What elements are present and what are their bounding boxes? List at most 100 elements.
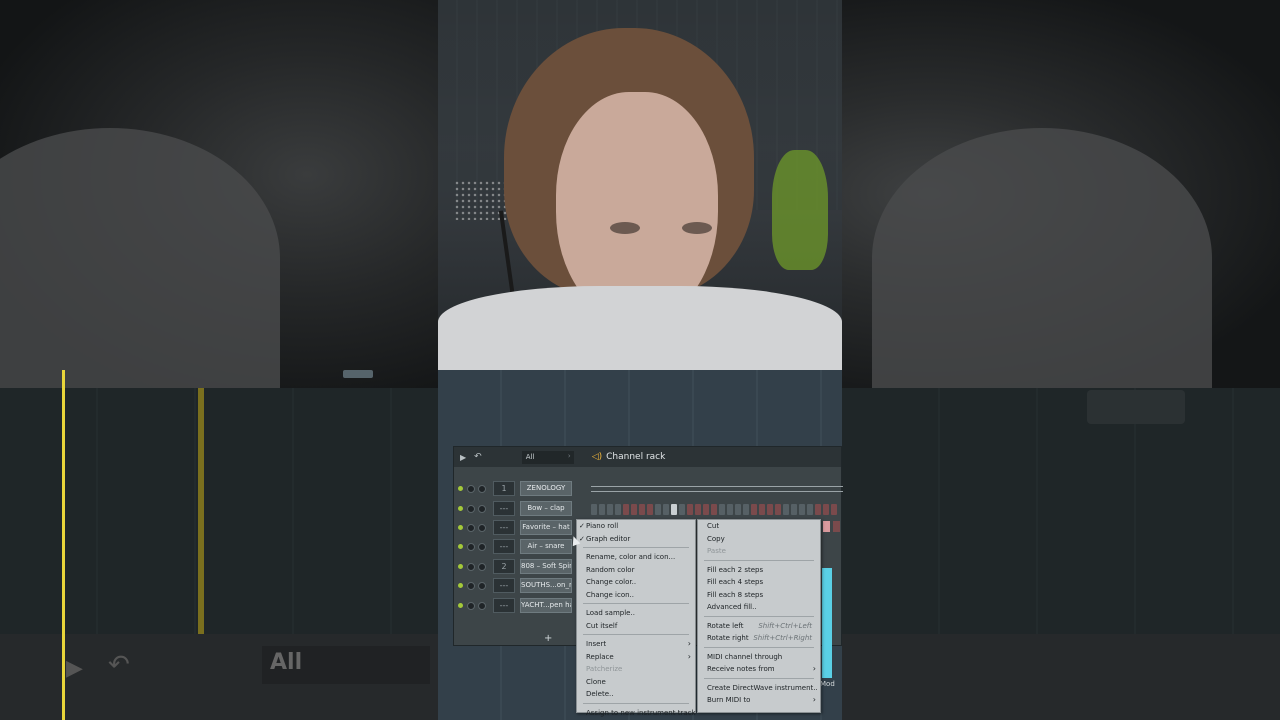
menu-item-assign-instrument-track[interactable]: Assign to new instrument track: [577, 707, 696, 720]
step-button[interactable]: [615, 504, 621, 515]
step-button[interactable]: [695, 504, 701, 515]
mixer-track-number[interactable]: 1: [493, 481, 515, 496]
menu-item-cut-itself[interactable]: Cut itself: [577, 620, 695, 633]
menu-item-load-sample[interactable]: Load sample..: [577, 607, 695, 620]
undo-icon[interactable]: ↶: [474, 452, 482, 462]
menu-item-cut[interactable]: Cut: [698, 520, 820, 533]
volume-knob[interactable]: [478, 581, 486, 590]
step-button[interactable]: [775, 504, 781, 515]
add-channel-button[interactable]: +: [544, 633, 552, 644]
channel-mute-led[interactable]: [458, 603, 463, 608]
step-button[interactable]: [783, 504, 789, 515]
volume-knob[interactable]: [478, 601, 486, 610]
pan-knob[interactable]: [467, 601, 475, 610]
volume-knob[interactable]: [478, 542, 486, 551]
menu-item-midi-channel-through[interactable]: MIDI channel through: [698, 651, 820, 664]
step-button[interactable]: [591, 504, 597, 515]
step-button[interactable]: [607, 504, 613, 515]
step-button[interactable]: [663, 504, 669, 515]
step-button[interactable]: [647, 504, 653, 515]
step-button[interactable]: [799, 504, 805, 515]
step-button[interactable]: [655, 504, 661, 515]
pan-knob[interactable]: [467, 484, 475, 493]
mixer-track-number[interactable]: ---: [493, 501, 515, 516]
step-sequencer-row[interactable]: [591, 504, 843, 516]
channel-mute-led[interactable]: [458, 583, 463, 588]
step-button[interactable]: [727, 504, 733, 515]
menu-item-fill-2-steps[interactable]: Fill each 2 steps: [698, 564, 820, 577]
pan-knob[interactable]: [467, 523, 475, 532]
step-button[interactable]: [687, 504, 693, 515]
menu-item-rotate-right[interactable]: Rotate right Shift+Ctrl+Right: [698, 632, 820, 645]
step-button[interactable]: [831, 504, 837, 515]
channel-mute-led[interactable]: [458, 486, 463, 491]
step-button[interactable]: [711, 504, 717, 515]
mixer-track-number[interactable]: 2: [493, 559, 515, 574]
mixer-track-number[interactable]: ---: [493, 539, 515, 554]
step-button[interactable]: [767, 504, 773, 515]
menu-item-rename-color-icon[interactable]: Rename, color and icon...: [577, 551, 695, 564]
step-button[interactable]: [671, 504, 677, 515]
menu-item-change-icon[interactable]: Change icon..: [577, 589, 695, 602]
menu-item-change-color[interactable]: Change color..: [577, 576, 695, 589]
volume-knob[interactable]: [478, 562, 486, 571]
channel-name-button[interactable]: SOUTHS...on_riri: [520, 578, 572, 593]
pan-knob[interactable]: [467, 542, 475, 551]
step-button[interactable]: [743, 504, 749, 515]
step-button[interactable]: [759, 504, 765, 515]
menu-item-fill-4-steps[interactable]: Fill each 4 steps: [698, 576, 820, 589]
channel-name-button[interactable]: YACHT...pen hat: [520, 598, 572, 613]
step-button[interactable]: [679, 504, 685, 515]
menu-item-delete[interactable]: Delete..: [577, 688, 695, 701]
step-button[interactable]: [639, 504, 645, 515]
mixer-track-number[interactable]: ---: [493, 578, 515, 593]
step-button[interactable]: [791, 504, 797, 515]
modulation-bar[interactable]: [822, 568, 832, 678]
menu-item-random-color[interactable]: Random color: [577, 564, 695, 577]
step-button[interactable]: [623, 504, 629, 515]
menu-item-copy[interactable]: Copy: [698, 533, 820, 546]
menu-item-rotate-left[interactable]: Rotate left Shift+Ctrl+Left: [698, 620, 820, 633]
mixer-track-number[interactable]: ---: [493, 598, 515, 613]
channel-name-button[interactable]: Favorite – hat: [520, 520, 572, 535]
group-filter-select[interactable]: All: [521, 450, 574, 464]
menu-item-insert[interactable]: Insert ›: [577, 638, 695, 651]
step-button[interactable]: [833, 521, 840, 532]
channel-mute-led[interactable]: [458, 564, 463, 569]
channel-rack-titlebar[interactable]: ▶ ↶ All ◁) Channel rack: [454, 447, 841, 467]
step-button[interactable]: [823, 521, 830, 532]
menu-item-receive-notes-from[interactable]: Receive notes from ›: [698, 663, 820, 676]
channel-name-button[interactable]: Air – snare: [520, 539, 572, 554]
volume-knob[interactable]: [478, 523, 486, 532]
menu-item-clone[interactable]: Clone: [577, 676, 695, 689]
menu-item-fill-8-steps[interactable]: Fill each 8 steps: [698, 589, 820, 602]
channel-mute-led[interactable]: [458, 525, 463, 530]
channel-mute-led[interactable]: [458, 506, 463, 511]
step-button[interactable]: [703, 504, 709, 515]
pan-knob[interactable]: [467, 562, 475, 571]
step-button[interactable]: [751, 504, 757, 515]
channel-name-button[interactable]: ZENOLOGY: [520, 481, 572, 496]
channel-name-button[interactable]: Bow – clap: [520, 501, 572, 516]
menu-item-create-directwave[interactable]: Create DirectWave instrument..: [698, 682, 820, 695]
step-button[interactable]: [735, 504, 741, 515]
arrow-right-icon[interactable]: ▶: [460, 453, 466, 462]
menu-item-replace[interactable]: Replace ›: [577, 651, 695, 664]
step-button[interactable]: [631, 504, 637, 515]
playhead[interactable]: [62, 370, 65, 720]
mixer-track-number[interactable]: ---: [493, 520, 515, 535]
menu-item-advanced-fill[interactable]: Advanced fill..: [698, 601, 820, 614]
pan-knob[interactable]: [467, 504, 475, 513]
step-button[interactable]: [807, 504, 813, 515]
channel-mute-led[interactable]: [458, 544, 463, 549]
menu-item-burn-midi-to[interactable]: Burn MIDI to ›: [698, 694, 820, 707]
step-button[interactable]: [815, 504, 821, 515]
volume-knob[interactable]: [478, 484, 486, 493]
pan-knob[interactable]: [467, 581, 475, 590]
step-button[interactable]: [599, 504, 605, 515]
channel-name-button[interactable]: 808 – Soft Spinz: [520, 559, 572, 574]
volume-knob[interactable]: [478, 504, 486, 513]
step-button[interactable]: [719, 504, 725, 515]
menu-item-piano-roll[interactable]: ✓ Piano roll: [577, 520, 695, 533]
playlist-scrollbar[interactable]: [343, 370, 373, 378]
